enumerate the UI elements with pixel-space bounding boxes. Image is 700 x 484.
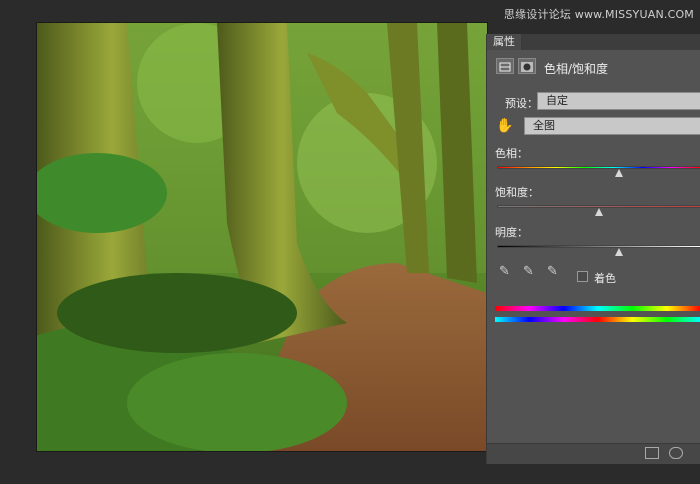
mask-icon[interactable]: [518, 58, 536, 74]
adjustment-title: 色相/饱和度: [544, 62, 609, 76]
watermark-text: 思缘设计论坛 www.MISSYUAN.COM: [503, 8, 694, 21]
channel-select[interactable]: 全图: [524, 117, 700, 135]
tab-properties[interactable]: 属性: [487, 34, 522, 50]
saturation-label: 饱和度：: [495, 186, 539, 199]
eyedropper-icon[interactable]: ✎: [499, 264, 510, 279]
eyedropper-minus-icon[interactable]: ✎: [547, 264, 558, 279]
hand-icon[interactable]: ✋: [496, 118, 513, 134]
adjustment-layer-icon[interactable]: [496, 58, 514, 74]
clip-to-layer-icon[interactable]: [645, 447, 659, 459]
input-spectrum-bar: [495, 306, 700, 311]
hue-slider-track[interactable]: [497, 166, 700, 169]
colorize-checkbox[interactable]: [577, 271, 588, 282]
output-spectrum-bar: [495, 317, 700, 322]
lightness-label: 明度：: [495, 226, 528, 239]
visibility-icon[interactable]: [669, 447, 683, 459]
eyedropper-plus-icon[interactable]: ✎: [523, 264, 534, 279]
preset-select[interactable]: 自定: [537, 92, 700, 110]
properties-panel: 属性 色相/饱和度 预设： 自定 ✋ 全图 色相： 饱和度： 明度： ✎ ✎ ✎…: [486, 34, 700, 464]
panel-bottom-bar: [487, 443, 700, 464]
colorize-label: 着色: [594, 272, 616, 285]
saturation-slider-thumb[interactable]: [595, 208, 603, 216]
hue-label: 色相：: [495, 147, 528, 160]
lightness-slider-thumb[interactable]: [615, 248, 624, 256]
forest-photo: [37, 23, 487, 451]
preset-label: 预设：: [505, 97, 538, 110]
lightness-slider-track[interactable]: [497, 245, 700, 248]
hue-slider-thumb[interactable]: [615, 169, 624, 177]
image-canvas[interactable]: [36, 22, 488, 452]
